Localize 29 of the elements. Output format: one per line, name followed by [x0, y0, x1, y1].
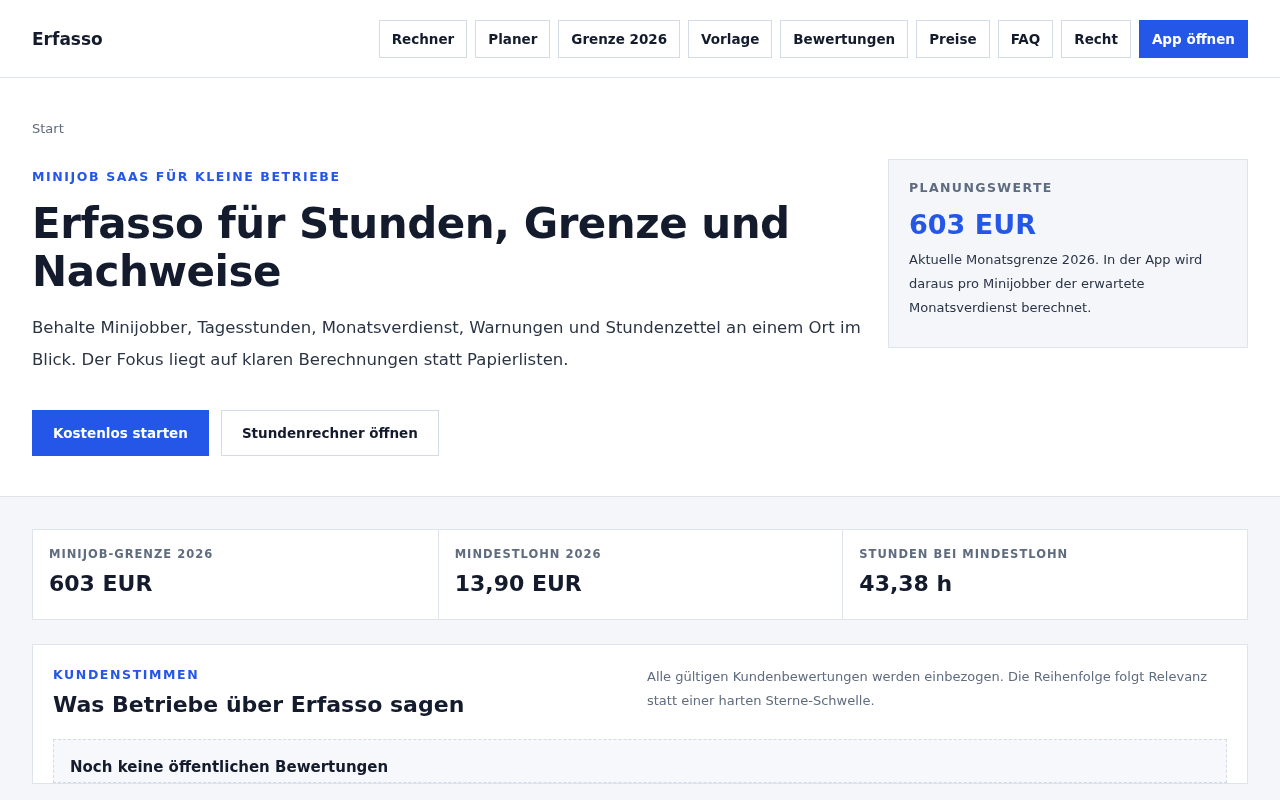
empty-state-title: Noch keine öffentlichen Bewertungen [70, 758, 390, 776]
breadcrumb-link[interactable]: Start [32, 121, 64, 136]
hero-title: Erfasso für Stunden, Grenze und Nachweise [32, 200, 791, 296]
card-label: PLANUNGSWERTE [909, 180, 1054, 195]
hero-description: Behalte Minijobber, Tagesstunden, Monatsverdienst, Warnungen und Stundenzettel an einem Ort im Blick. Der Fokus liegt auf klaren Berechnungen statt Papierlisten. [32, 317, 862, 371]
card-value: 603 EUR [909, 209, 1037, 240]
nav-link[interactable]: FAQ [997, 19, 1054, 58]
nav-link[interactable]: Grenze 2026 [558, 19, 681, 58]
nav-link[interactable]: Rechner [378, 19, 468, 58]
card-description: Aktuelle Monatsgrenze 2026. In der App wird daraus pro Minijobber der erwartete Monatsverdienst berechnet. [909, 251, 1204, 317]
stat-value: 43,38 h [859, 571, 954, 596]
nav-link[interactable]: Recht [1061, 19, 1131, 58]
section-eyebrow: KUNDENSTIMMEN [53, 667, 201, 682]
nav-link[interactable]: Preise [916, 19, 990, 58]
start-button[interactable]: Kostenlos starten [32, 410, 209, 456]
nav-link[interactable]: Vorlage [688, 19, 773, 58]
stat-label: STUNDEN BEI MINDESTLOHN [859, 547, 1070, 561]
nav-link[interactable]: Planer [475, 19, 551, 58]
calculator-button[interactable]: Stundenrechner öffnen [220, 410, 439, 456]
eyebrow-text: MINIJOB SAAS FÜR KLEINE BETRIEBE [32, 169, 342, 184]
stat-value: 13,90 EUR [454, 571, 583, 596]
brand-name[interactable]: Erfasso [32, 28, 103, 49]
stat-value: 603 EUR [49, 571, 154, 596]
section-note: Alle gültigen Kundenbewertungen werden einbezogen. Die Reihenfolge folgt Relevanz statt einer harten Sterne-Schwelle. [647, 668, 1209, 710]
stat-label: MINDESTLOHN 2026 [454, 547, 603, 561]
section-title: Was Betriebe über Erfasso sagen [53, 692, 465, 717]
stat-label: MINIJOB-GRENZE 2026 [49, 547, 215, 561]
open-app-button[interactable]: App öffnen [1138, 19, 1248, 58]
nav-link[interactable]: Bewertungen [780, 19, 909, 58]
